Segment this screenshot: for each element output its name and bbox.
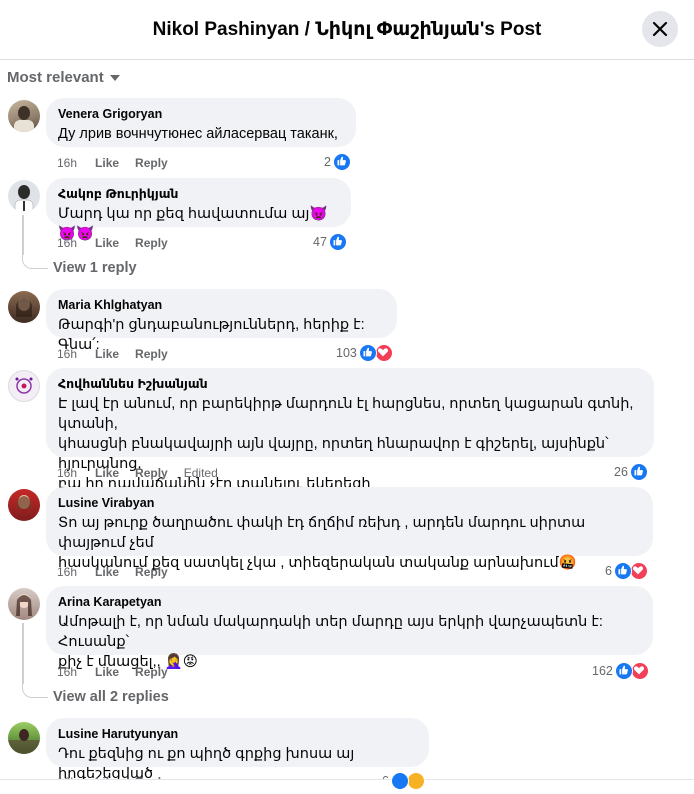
comment-actions: 16h Like Reply — [57, 235, 184, 251]
like-button[interactable]: Like — [95, 235, 119, 251]
reply-button[interactable]: Reply — [135, 465, 168, 481]
like-button[interactable]: Like — [95, 664, 119, 680]
reaction-summary[interactable]: 47 — [313, 233, 347, 251]
comment-time[interactable]: 16h — [57, 235, 77, 251]
love-reaction-icon — [374, 344, 393, 362]
comment-text-line: Ամոթալի է, որ նման մակարդակի տեր մարդը ա… — [58, 614, 603, 650]
comment-actions: 16h Like Reply Edited — [57, 465, 234, 481]
comment-text-line: Է լավ էր անում, որ բարեկիրթ մարդուն էլ հ… — [58, 396, 634, 432]
comment-bubble: Lusine Harutyunyan Դու քեզնից ու քո պիղծ… — [46, 718, 429, 782]
like-reaction-icon — [614, 662, 633, 680]
thread-connector — [22, 684, 48, 698]
love-reaction-icon — [629, 562, 648, 580]
like-reaction-icon — [613, 562, 632, 580]
comment-text: Ду лрив вочнчутюнес айласервац таканк, — [58, 126, 338, 142]
like-button[interactable]: Like — [95, 346, 119, 362]
reply-button[interactable]: Reply — [135, 664, 168, 680]
comment-bubble: Venera Grigoryan Ду лрив вочнчутюнес айл… — [46, 98, 356, 147]
like-button[interactable]: Like — [95, 155, 119, 171]
close-icon — [652, 21, 668, 37]
comment-time[interactable]: 16h — [57, 564, 77, 580]
post-dialog-header: Nikol Pashinyan / Նիկոլ Փաշինյան's Post — [0, 0, 694, 60]
reaction-count: 47 — [313, 235, 327, 249]
comment-time[interactable]: 16h — [57, 664, 77, 680]
like-button[interactable]: Like — [95, 465, 119, 481]
like-reaction-icon — [390, 772, 409, 790]
chevron-down-icon — [109, 75, 120, 81]
thread-line — [22, 215, 24, 255]
reply-button[interactable]: Reply — [135, 235, 168, 251]
avatar[interactable] — [8, 489, 40, 521]
reaction-count: 6 — [605, 564, 612, 578]
reaction-summary[interactable]: 26 — [614, 463, 648, 481]
comment-author[interactable]: Հակոբ Թուրիկյան — [58, 186, 339, 202]
like-button[interactable]: Like — [95, 564, 119, 580]
reply-button[interactable]: Reply — [135, 155, 168, 171]
view-replies-link[interactable]: View 1 reply — [53, 260, 137, 276]
comment-actions: 16h Like Reply — [57, 346, 184, 362]
comment-author[interactable]: Maria Khlghatyan — [58, 297, 385, 313]
avatar[interactable] — [8, 180, 40, 212]
comment-bubble: Lusine Virabyan Տո այ թուրք ծաղրածու փակ… — [46, 487, 653, 571]
comment-author[interactable]: Հովհաննես Իշխանյան — [58, 376, 642, 392]
comment-text-line: Տո այ թուրք ծաղրածու փակի էդ ճղճիմ ռեխդ … — [58, 515, 586, 551]
like-reaction-icon — [358, 344, 377, 362]
close-button[interactable] — [642, 11, 678, 47]
avatar[interactable] — [8, 291, 40, 323]
comment-time[interactable]: 16h — [57, 465, 77, 481]
view-replies-link[interactable]: View all 2 replies — [53, 689, 169, 705]
reaction-count: 2 — [324, 155, 331, 169]
comment-author[interactable]: Arina Karapetyan — [58, 594, 641, 610]
comment-author[interactable]: Lusine Virabyan — [58, 495, 641, 511]
avatar[interactable] — [8, 588, 40, 620]
reaction-summary[interactable]: 6 — [605, 562, 648, 580]
reply-button[interactable]: Reply — [135, 564, 168, 580]
dialog-footer-edge — [0, 779, 694, 794]
comment-actions: 16h Like Reply — [57, 155, 184, 171]
dialog-title: Nikol Pashinyan / Նիկոլ Փաշինյան's Post — [152, 19, 542, 40]
sort-dropdown[interactable]: Most relevant — [7, 67, 120, 87]
comment-bubble: Maria Khlghatyan Թարգի'ր ցնդաբանությունն… — [46, 289, 397, 353]
sort-label: Most relevant — [7, 68, 104, 86]
comment-author[interactable]: Venera Grigoryan — [58, 106, 344, 122]
reaction-summary[interactable]: 103 — [336, 344, 393, 362]
reaction-count: 162 — [592, 664, 613, 678]
comment-author[interactable]: Lusine Harutyunyan — [58, 726, 417, 742]
avatar[interactable] — [8, 722, 40, 754]
comment-bubble: Հակոբ Թուրիկյան Մարդ կա որ քեզ հավատումա… — [46, 178, 351, 242]
like-reaction-icon — [328, 233, 347, 251]
avatar[interactable] — [8, 100, 40, 132]
like-reaction-icon — [629, 463, 648, 481]
reaction-count: 26 — [614, 465, 628, 479]
reply-button[interactable]: Reply — [135, 346, 168, 362]
comment-time[interactable]: 16h — [57, 155, 77, 171]
comment-time[interactable]: 16h — [57, 346, 77, 362]
comment-actions: 16h Like Reply — [57, 664, 184, 680]
reaction-summary[interactable]: 162 — [592, 662, 649, 680]
edited-label[interactable]: Edited — [184, 465, 218, 481]
comment-bubble: Հովհաննես Իշխանյան Է լավ էր անում, որ բա… — [46, 368, 654, 492]
reaction-count: 103 — [336, 346, 357, 360]
reaction-summary[interactable]: 2 — [324, 153, 351, 171]
comment-actions: 16h Like Reply — [57, 564, 184, 580]
haha-reaction-icon — [406, 772, 425, 790]
like-reaction-icon — [332, 153, 351, 171]
thread-connector — [22, 255, 48, 269]
love-reaction-icon — [630, 662, 649, 680]
comment-bubble: Arina Karapetyan Ամոթալի է, որ նման մակա… — [46, 586, 653, 670]
thread-line — [22, 623, 24, 684]
avatar[interactable] — [8, 370, 40, 402]
